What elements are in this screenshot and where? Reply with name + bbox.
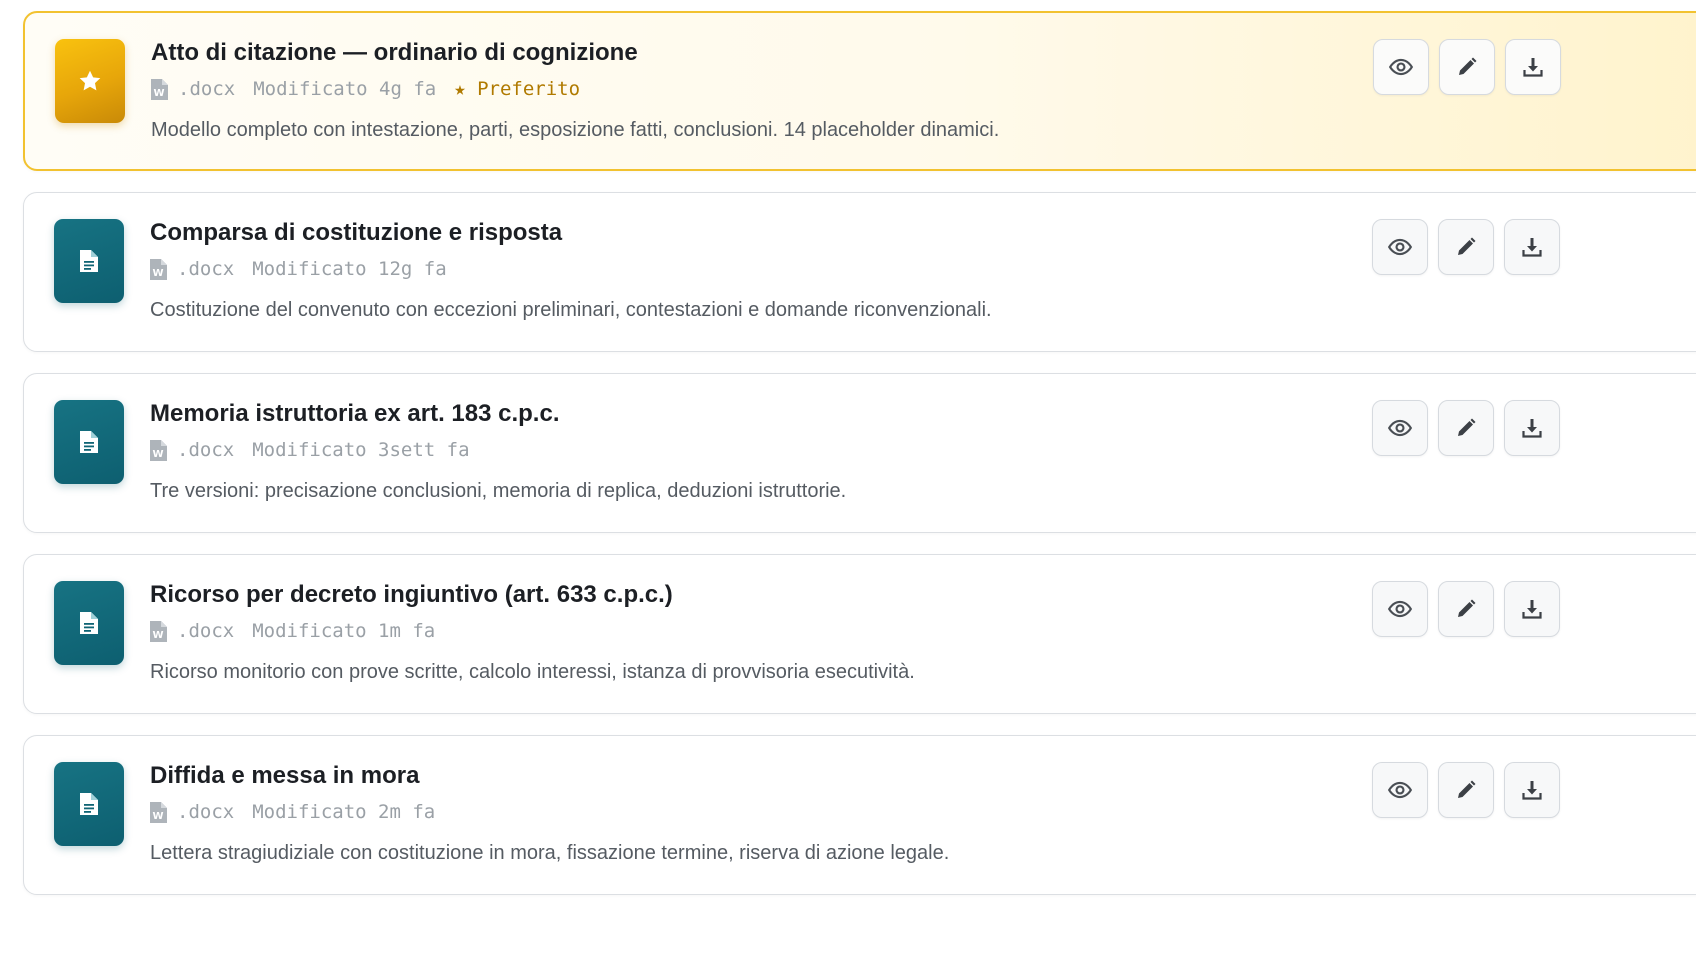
preview-button[interactable] (1372, 400, 1428, 456)
eye-icon (1387, 596, 1413, 622)
download-icon (1520, 778, 1544, 802)
template-actions (1372, 581, 1560, 637)
document-tile (54, 581, 124, 665)
modified-date: Modificato 1m fa (252, 620, 436, 642)
template-list: Atto di citazione — ordinario di cognizi… (0, 0, 1696, 962)
template-meta: W .docx Modificato 12g fa (150, 257, 447, 281)
template-meta: W .docx Modificato 2m fa (150, 800, 435, 824)
document-tile (54, 400, 124, 484)
favorite-badge: ★ Preferito (454, 78, 581, 100)
edit-button[interactable] (1438, 581, 1494, 637)
pencil-icon (1454, 597, 1478, 621)
preview-button[interactable] (1372, 219, 1428, 275)
template-title[interactable]: Atto di citazione — ordinario di cognizi… (151, 39, 638, 67)
template-description: Modello completo con intestazione, parti… (151, 119, 1000, 141)
edit-button[interactable] (1439, 39, 1495, 95)
template-card[interactable]: Ricorso per decreto ingiuntivo (art. 633… (23, 554, 1696, 714)
template-actions (1372, 762, 1560, 818)
eye-icon (1387, 415, 1413, 441)
template-actions (1372, 400, 1560, 456)
template-title[interactable]: Memoria istruttoria ex art. 183 c.p.c. (150, 400, 560, 428)
svg-text:W: W (152, 811, 163, 822)
template-title[interactable]: Ricorso per decreto ingiuntivo (art. 633… (150, 581, 673, 609)
template-title[interactable]: Diffida e messa in mora (150, 762, 419, 790)
svg-text:W: W (152, 449, 163, 460)
template-card[interactable]: Comparsa di costituzione e risposta W .d… (23, 192, 1696, 352)
file-extension: .docx (177, 620, 235, 642)
document-icon (79, 430, 99, 454)
download-button[interactable] (1505, 39, 1561, 95)
pencil-icon (1454, 235, 1478, 259)
document-icon (79, 249, 99, 273)
modified-date: Modificato 2m fa (252, 801, 436, 823)
template-meta: W .docx Modificato 3sett fa (150, 438, 470, 462)
preview-button[interactable] (1373, 39, 1429, 95)
pencil-icon (1454, 778, 1478, 802)
template-meta: W .docx Modificato 4g fa ★ Preferito (151, 77, 580, 101)
eye-icon (1388, 54, 1414, 80)
file-extension: .docx (177, 258, 235, 280)
file-extension: .docx (178, 78, 236, 100)
download-button[interactable] (1504, 219, 1560, 275)
edit-button[interactable] (1438, 400, 1494, 456)
template-card[interactable]: Atto di citazione — ordinario di cognizi… (23, 11, 1696, 171)
document-icon (79, 611, 99, 635)
document-icon (79, 792, 99, 816)
template-card[interactable]: Diffida e messa in mora W .docx Modifica… (23, 735, 1696, 895)
download-button[interactable] (1504, 762, 1560, 818)
document-tile (54, 219, 124, 303)
svg-text:W: W (152, 630, 163, 641)
word-file-icon: W (150, 801, 167, 823)
modified-date: Modificato 12g fa (252, 258, 447, 280)
file-extension: .docx (177, 801, 235, 823)
pencil-icon (1455, 55, 1479, 79)
star-icon (77, 68, 103, 94)
template-description: Ricorso monitorio con prove scritte, cal… (150, 661, 915, 683)
document-tile (54, 762, 124, 846)
template-meta: W .docx Modificato 1m fa (150, 619, 435, 643)
template-description: Lettera stragiudiziale con costituzione … (150, 842, 950, 864)
template-actions (1373, 39, 1561, 95)
modified-date: Modificato 4g fa (253, 78, 437, 100)
svg-text:W: W (152, 268, 163, 279)
word-file-icon: W (150, 439, 167, 461)
pencil-icon (1454, 416, 1478, 440)
template-title[interactable]: Comparsa di costituzione e risposta (150, 219, 562, 247)
download-icon (1520, 235, 1544, 259)
download-button[interactable] (1504, 581, 1560, 637)
word-file-icon: W (151, 78, 168, 100)
word-file-icon: W (150, 258, 167, 280)
template-card[interactable]: Memoria istruttoria ex art. 183 c.p.c. W… (23, 373, 1696, 533)
svg-text:W: W (153, 88, 164, 99)
template-description: Tre versioni: precisazione conclusioni, … (150, 480, 847, 502)
eye-icon (1387, 234, 1413, 260)
preview-button[interactable] (1372, 762, 1428, 818)
modified-date: Modificato 3sett fa (252, 439, 470, 461)
download-icon (1521, 55, 1545, 79)
preview-button[interactable] (1372, 581, 1428, 637)
download-icon (1520, 597, 1544, 621)
edit-button[interactable] (1438, 762, 1494, 818)
word-file-icon: W (150, 620, 167, 642)
download-icon (1520, 416, 1544, 440)
eye-icon (1387, 777, 1413, 803)
download-button[interactable] (1504, 400, 1560, 456)
edit-button[interactable] (1438, 219, 1494, 275)
template-actions (1372, 219, 1560, 275)
file-extension: .docx (177, 439, 235, 461)
favorite-tile (55, 39, 125, 123)
template-description: Costituzione del convenuto con eccezioni… (150, 299, 992, 321)
